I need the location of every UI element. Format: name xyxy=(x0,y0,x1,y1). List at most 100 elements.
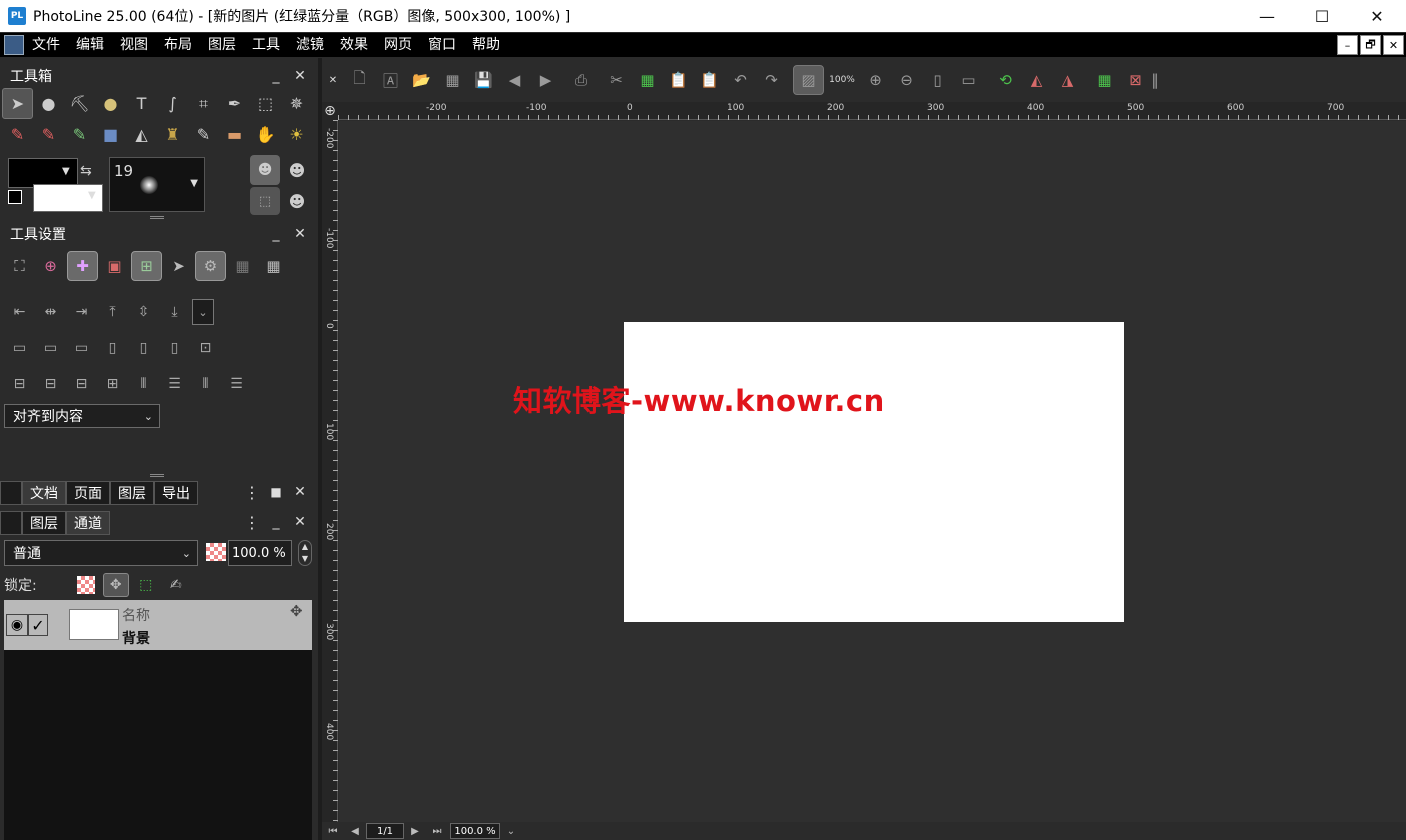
pointer-tool-icon[interactable]: ➤ xyxy=(2,88,33,119)
align-edge-middle-icon[interactable]: ▯ xyxy=(128,333,159,363)
tool-settings-minimize-button[interactable]: _ xyxy=(266,223,286,245)
minimize-button[interactable]: — xyxy=(1238,0,1296,32)
document-icon[interactable] xyxy=(4,35,24,55)
lock-size-icon[interactable]: ⬚ xyxy=(133,573,159,597)
toolbox-close-button[interactable]: ✕ xyxy=(290,65,310,87)
move-content-icon[interactable]: ⊞ xyxy=(131,251,162,281)
crop-canvas-icon[interactable]: ▦ xyxy=(1089,65,1120,95)
smudge-tool-icon[interactable]: ✎ xyxy=(188,119,219,150)
align-center-box-icon[interactable]: ⊡ xyxy=(190,333,221,363)
stamp-tool-icon[interactable]: ♜ xyxy=(157,119,188,150)
swap-colors-icon[interactable]: ⇆ xyxy=(80,163,92,179)
transform-icon[interactable]: ⛶ xyxy=(4,251,35,281)
align-bottom-icon[interactable]: ⤓ xyxy=(159,297,190,327)
tool-settings-close-button[interactable]: ✕ xyxy=(290,223,310,245)
fill-bucket-icon[interactable]: ◭ xyxy=(126,119,157,150)
align-edge-right-icon[interactable]: ▭ xyxy=(66,333,97,363)
menu-view[interactable]: 视图 xyxy=(112,33,156,57)
distribute-spacing-h-icon[interactable]: ⦀ xyxy=(128,369,159,399)
align-edge-left-icon[interactable]: ▭ xyxy=(4,333,35,363)
paste-icon[interactable]: 📋 xyxy=(663,65,694,95)
save-icon[interactable]: 💾 xyxy=(468,65,499,95)
flip-vertical-icon[interactable]: ◮ xyxy=(1052,65,1083,95)
fit-page-icon[interactable]: ▯ xyxy=(922,65,953,95)
page-field[interactable]: 1/1 xyxy=(366,823,404,839)
grid-add-icon[interactable]: ▦ xyxy=(258,251,289,281)
clone-brush-icon[interactable]: ✎ xyxy=(64,119,95,150)
flip-horizontal-icon[interactable]: ◭ xyxy=(1021,65,1052,95)
burn-tool-icon[interactable]: ✋ xyxy=(250,119,281,150)
resize-canvas-icon[interactable]: ⊠ xyxy=(1120,65,1151,95)
toolbox-minimize-button[interactable]: _ xyxy=(266,65,286,87)
tab-layer-list[interactable]: 图层 xyxy=(22,511,66,535)
close-button[interactable]: ✕ xyxy=(1348,0,1406,32)
sphere-tool-icon[interactable]: ● xyxy=(95,88,126,119)
menu-window[interactable]: 窗口 xyxy=(420,33,464,57)
menu-filter[interactable]: 滤镜 xyxy=(288,33,332,57)
tab-document[interactable]: 文档 xyxy=(22,481,66,505)
align-edge-top-icon[interactable]: ▯ xyxy=(97,333,128,363)
magic-wand-icon[interactable]: ✵ xyxy=(281,88,312,119)
eraser-icon[interactable]: ✎ xyxy=(33,119,64,150)
menu-layout[interactable]: 布局 xyxy=(156,33,200,57)
open-file-icon[interactable]: 📂 xyxy=(406,65,437,95)
document-image[interactable] xyxy=(624,322,1124,622)
undo-icon[interactable]: ↶ xyxy=(725,65,756,95)
fit-width-icon[interactable]: ▭ xyxy=(953,65,984,95)
browser-icon[interactable]: ▦ xyxy=(437,65,468,95)
selection-tool-icon[interactable]: ⬚ xyxy=(250,88,281,119)
panel-close-icon[interactable]: ✕ xyxy=(290,481,310,503)
move-cross-icon[interactable]: ✚ xyxy=(67,251,98,281)
mask-visibility-icon[interactable]: ☻ xyxy=(284,155,310,185)
panel-close-icon[interactable]: ✕ xyxy=(290,511,310,533)
menu-effects[interactable]: 效果 xyxy=(332,33,376,57)
mdi-minimize-button[interactable]: – xyxy=(1337,35,1358,55)
path-text-tool-icon[interactable]: ∫ xyxy=(157,88,188,119)
pen-tool-icon[interactable]: ✒ xyxy=(219,88,250,119)
menu-help[interactable]: 帮助 xyxy=(464,33,508,57)
layer-name[interactable]: 背景 xyxy=(122,628,150,648)
distribute-top-icon[interactable]: ⊞ xyxy=(97,369,128,399)
crop-tool-icon[interactable]: ⌗ xyxy=(188,88,219,119)
redo-icon[interactable]: ↷ xyxy=(756,65,787,95)
menu-web[interactable]: 网页 xyxy=(376,33,420,57)
print-icon[interactable]: ⎙ xyxy=(561,65,601,95)
zoom-in-icon[interactable]: ⊕ xyxy=(860,65,891,95)
dodge-tool-icon[interactable]: ☀ xyxy=(281,119,312,150)
menu-layer[interactable]: 图层 xyxy=(200,33,244,57)
last-page-icon[interactable]: ⏭ xyxy=(426,826,448,837)
align-to-select[interactable]: 对齐到内容 ⌄ xyxy=(4,404,160,428)
align-center-h-icon[interactable]: ⇹ xyxy=(35,297,66,327)
align-edge-bottom-icon[interactable]: ▯ xyxy=(159,333,190,363)
align-left-icon[interactable]: ⇤ xyxy=(4,297,35,327)
align-right-icon[interactable]: ⇥ xyxy=(66,297,97,327)
rotate-icon[interactable]: ⟲ xyxy=(990,65,1021,95)
zoom-out-icon[interactable]: ⊖ xyxy=(891,65,922,95)
zoom-100-button[interactable]: 100% xyxy=(824,65,860,95)
tab-layers[interactable]: 图层 xyxy=(110,481,154,505)
lock-position-icon[interactable]: ✥ xyxy=(102,573,129,597)
maximize-panel-icon[interactable]: ■ xyxy=(266,481,286,503)
eye-icon[interactable]: ◉ xyxy=(6,614,28,636)
tab-pages[interactable]: 页面 xyxy=(66,481,110,505)
align-top-icon[interactable]: ⤒ xyxy=(97,297,128,327)
arrow-pointer-icon[interactable]: ➤ xyxy=(163,251,194,281)
mdi-close-button[interactable]: ✕ xyxy=(1383,35,1404,55)
layer-row[interactable]: ◉ ✓ 名称 背景 ✥ xyxy=(4,600,312,650)
distribute-width-icon[interactable]: ⦀ xyxy=(190,369,221,399)
gradient-tool-icon[interactable]: ■ xyxy=(95,119,126,150)
new-text-icon[interactable]: 🄰 xyxy=(375,65,406,95)
zoom-field[interactable]: 100.0 % xyxy=(450,823,500,839)
opacity-stepper[interactable]: ▲ ▼ xyxy=(298,540,312,566)
align-options-chevron-icon[interactable]: ⌄ xyxy=(192,299,214,325)
grid-remove-icon[interactable]: ▦ xyxy=(227,251,258,281)
shape-tool-icon[interactable]: ● xyxy=(33,88,64,119)
checkmark-icon[interactable]: ✓ xyxy=(28,614,48,636)
previous-icon[interactable]: ◀ xyxy=(499,65,530,95)
cut-icon[interactable]: ✂ xyxy=(601,65,632,95)
chevron-down-icon[interactable]: ▼ xyxy=(62,166,70,177)
tab-export[interactable]: 导出 xyxy=(154,481,198,505)
maximize-button[interactable]: ☐ xyxy=(1293,0,1351,32)
gear-icon[interactable]: ⚙ xyxy=(195,251,226,281)
paintbrush-icon[interactable]: ✎ xyxy=(2,119,33,150)
